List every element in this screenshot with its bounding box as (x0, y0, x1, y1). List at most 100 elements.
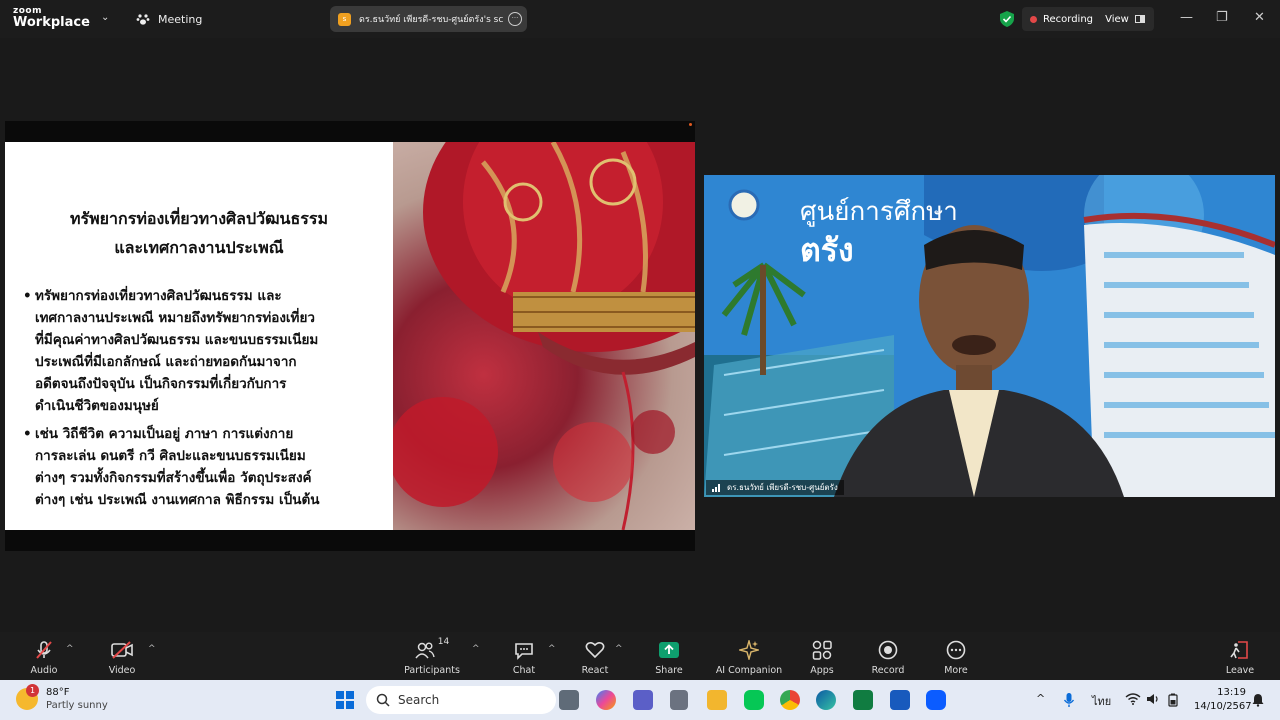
security-shield-icon[interactable] (1000, 11, 1014, 27)
presentation-slide: ทรัพยากรท่องเที่ยวทางศิลปวัฒนธรรม และเทศ… (5, 142, 695, 530)
snipping-tool-icon[interactable] (670, 690, 688, 710)
participants-icon (415, 642, 435, 659)
close-icon[interactable]: ✕ (1254, 10, 1265, 25)
chat-button[interactable]: Chat (506, 632, 542, 680)
file-explorer-icon[interactable] (707, 690, 727, 710)
video-button[interactable]: Video (100, 632, 144, 680)
system-clock[interactable]: 13:19 14/10/2567 (1194, 686, 1252, 714)
participants-label: Participants (404, 665, 460, 676)
show-hidden-icons-chevron-icon[interactable]: ^ (1036, 692, 1045, 705)
app-menu-chevron-icon[interactable]: ⌄ (101, 12, 109, 23)
ai-companion-button[interactable]: AI Companion (714, 632, 784, 680)
bullet1-line: ดำเนินชีวิตของมนุษย์ (35, 398, 159, 414)
video-label: Video (108, 665, 136, 676)
leave-label: Leave (1225, 665, 1255, 676)
slide-bullet-2: เช่น วิถีชีวิต ความเป็นอยู่ ภาษา การแต่ง… (23, 423, 361, 511)
task-view-icon[interactable] (559, 690, 579, 710)
video-options-caret-icon[interactable]: ^ (148, 644, 156, 654)
weather-condition: Partly sunny (46, 700, 108, 711)
slide-title: ทรัพยากรท่องเที่ยวทางศิลปวัฒนธรรม และเทศ… (5, 204, 393, 262)
view-button[interactable]: View (1096, 7, 1154, 31)
teams-icon[interactable] (633, 690, 653, 710)
notification-badge: 1 (26, 684, 39, 697)
line-app-icon[interactable] (744, 690, 764, 710)
meeting-info-button[interactable]: Meeting (136, 12, 202, 26)
more-options-icon[interactable]: ··· (508, 12, 522, 26)
windows-taskbar: 1 88°F Partly sunny Search ^ ไทย 13:19 1… (0, 680, 1280, 720)
audio-button[interactable]: Audio (22, 632, 66, 680)
word-icon[interactable] (890, 690, 910, 710)
more-icon (946, 640, 966, 660)
chat-options-caret-icon[interactable]: ^ (548, 644, 556, 654)
bullet1-line: ประเพณีที่มีเอกลักษณ์ และถ่ายทอดกันมาจาก (35, 354, 297, 370)
participant-video-tile[interactable]: ศูนย์การศึกษา ตรัง ดร.ธนวัทย์ เพียรดี-รช… (704, 175, 1275, 497)
ai-companion-label: AI Companion (715, 665, 783, 676)
paw-icon (136, 14, 150, 25)
edge-icon[interactable] (816, 690, 836, 710)
share-button[interactable]: Share (651, 632, 687, 680)
bullet1-line: ที่มีคุณค่าทางศิลปวัฒนธรรม และขนบธรรมเนี… (35, 332, 319, 348)
participants-button[interactable]: 14 Participants (402, 632, 462, 680)
chat-label: Chat (512, 665, 536, 676)
battery-icon[interactable] (1166, 693, 1180, 707)
zoom-taskbar-icon[interactable] (926, 690, 946, 710)
apps-icon (812, 640, 832, 660)
heart-icon (585, 641, 605, 659)
share-indicator-dot (689, 123, 692, 126)
leave-icon (1230, 641, 1248, 659)
lantern-photo (393, 142, 695, 530)
meeting-label: Meeting (158, 12, 203, 26)
apps-button[interactable]: Apps (804, 632, 840, 680)
more-button[interactable]: More (938, 632, 974, 680)
microphone-tray-icon[interactable] (1063, 692, 1075, 708)
recording-dot-icon (1030, 15, 1037, 23)
screen-share-indicator[interactable]: s ดร.ธนวัทย์ เพียรดี-รชบ-ศูนย์ตรัง's sc … (330, 6, 527, 32)
react-button[interactable]: React (577, 632, 613, 680)
copilot-icon[interactable] (596, 690, 616, 710)
volume-icon[interactable] (1146, 693, 1160, 705)
minimize-icon[interactable]: — (1180, 10, 1193, 25)
share-screen-icon (659, 642, 679, 658)
slide-bullet-1: ทรัพยากรท่องเที่ยวทางศิลปวัฒนธรรม และ เท… (23, 285, 361, 417)
bullet1-line: อดีตจนถึงปัจจุบัน เป็นกิจกรรมที่เกี่ยวกั… (35, 376, 287, 392)
share-label: Share (655, 665, 683, 676)
maximize-icon[interactable]: ❐ (1216, 10, 1228, 25)
leave-button[interactable]: Leave (1222, 632, 1258, 680)
temperature: 88°F (46, 687, 70, 698)
clock-time: 13:19 (1217, 687, 1246, 698)
notification-bell-icon[interactable] (1251, 693, 1265, 707)
zoom-logo: zoom Workplace (13, 7, 90, 30)
record-button[interactable]: Record (868, 632, 908, 680)
apps-label: Apps (810, 665, 834, 676)
recording-label: Recording (1043, 13, 1094, 25)
audio-label: Audio (30, 665, 58, 676)
participant-name: ดร.ธนวัทย์ เพียรดี-รชบ-ศูนย์ตรัง (727, 483, 838, 492)
bullet2-line: การละเล่น ดนตรี กวี ศิลปะและขนบธรรมเนียม (35, 448, 306, 464)
signal-strength-icon (712, 483, 720, 492)
clock-date: 14/10/2567 (1194, 701, 1252, 712)
background-caption-line2: ตรัง (800, 231, 854, 269)
windows-start-icon[interactable] (336, 691, 354, 709)
weather-sun-icon: 1 (16, 684, 39, 710)
react-options-caret-icon[interactable]: ^ (615, 644, 623, 654)
taskbar-search-box[interactable]: Search (366, 686, 556, 714)
mic-muted-icon (36, 641, 52, 659)
more-label: More (944, 665, 968, 676)
input-language[interactable]: ไทย (1092, 692, 1111, 710)
participants-options-caret-icon[interactable]: ^ (472, 644, 480, 654)
participant-name-bar: ดร.ธนวัทย์ เพียรดี-รชบ-ศูนย์ตรัง (704, 480, 1275, 497)
record-label: Record (871, 665, 905, 676)
bullet1-line: ทรัพยากรท่องเที่ยวทางศิลปวัฒนธรรม และ (35, 288, 282, 304)
participants-count: 14 (437, 637, 450, 647)
bullet1-line: เทศกาลงานประเพณี หมายถึงทรัพยากรท่องเที่… (35, 310, 315, 326)
excel-icon[interactable] (853, 690, 873, 710)
audio-options-caret-icon[interactable]: ^ (66, 644, 74, 654)
record-icon (878, 640, 898, 660)
weather-widget[interactable]: 1 88°F Partly sunny (16, 684, 108, 712)
wifi-icon[interactable] (1125, 693, 1141, 705)
slide-title-line2: และเทศกาลงานประเพณี (114, 238, 284, 257)
logo-line2: Workplace (13, 15, 90, 30)
chat-icon (515, 643, 533, 660)
chrome-icon[interactable] (780, 690, 800, 710)
recording-indicator[interactable]: Recording (1022, 7, 1104, 31)
